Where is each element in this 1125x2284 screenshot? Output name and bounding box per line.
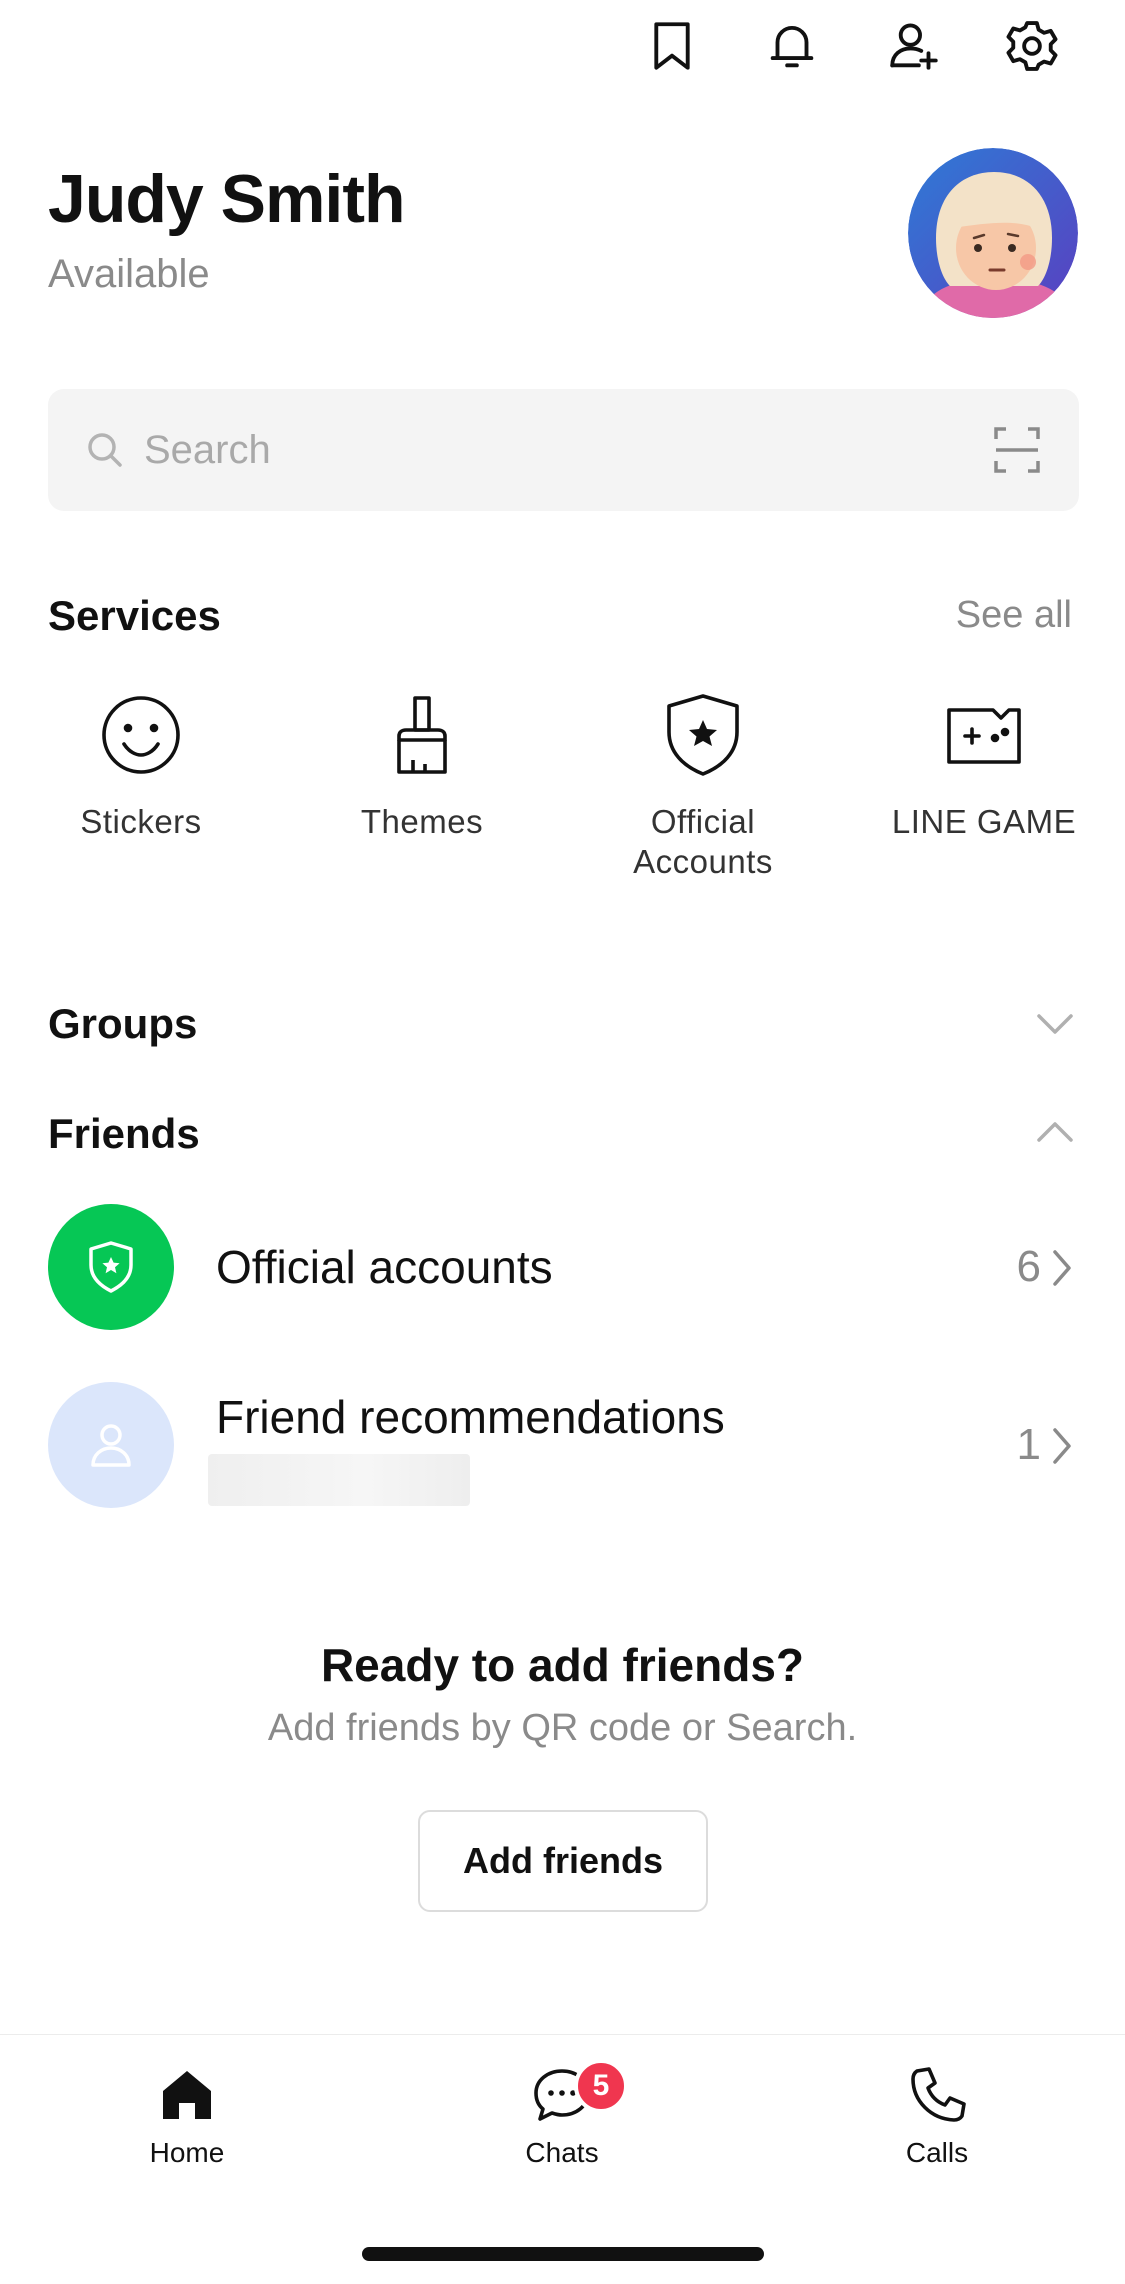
home-indicator	[362, 2247, 764, 2261]
bookmark-icon[interactable]	[640, 14, 704, 78]
profile-status[interactable]: Available	[48, 252, 210, 297]
tab-label: Home	[149, 2137, 225, 2168]
shield-star-icon	[89, 1241, 133, 1293]
qr-scan-icon[interactable]	[992, 425, 1042, 475]
tab-home[interactable]: Home	[87, 2063, 287, 2169]
brush-icon	[397, 696, 447, 774]
profile-name[interactable]: Judy Smith	[48, 160, 405, 238]
friend-row-label: Friend recommendations	[216, 1391, 725, 1443]
gear-icon[interactable]	[1000, 14, 1064, 78]
service-official-accounts[interactable]: Official Accounts	[573, 690, 833, 882]
service-label: Official Accounts	[633, 803, 773, 880]
friend-row-count: 1	[1016, 1420, 1041, 1469]
friend-row-label: Official accounts	[216, 1241, 553, 1293]
add-friend-icon[interactable]	[882, 14, 946, 78]
top-bar	[0, 0, 1125, 100]
shield-star-icon	[667, 694, 739, 776]
service-label: Themes	[360, 803, 484, 840]
phone-icon	[911, 2067, 966, 2122]
search-input[interactable]	[144, 419, 944, 481]
blurred-preview	[208, 1454, 470, 1506]
chevron-right-icon	[1053, 1250, 1071, 1286]
game-icon	[947, 708, 1021, 764]
service-stickers[interactable]: Stickers	[11, 690, 271, 842]
tab-label: Chats	[525, 2137, 599, 2168]
tab-calls[interactable]: Calls	[837, 2063, 1037, 2169]
groups-title[interactable]: Groups	[48, 1000, 197, 1048]
see-all-link[interactable]: See all	[956, 594, 1072, 637]
service-label: LINE GAME	[891, 803, 1077, 840]
service-line-game[interactable]: LINE GAME	[854, 690, 1114, 842]
chevron-down-icon[interactable]	[1033, 1000, 1077, 1044]
friend-recommendations-avatar	[48, 1382, 174, 1508]
add-friends-button[interactable]: Add friends	[418, 1810, 708, 1912]
unread-badge: 5	[574, 2059, 628, 2113]
friend-row-recommendations[interactable]: Friend recommendations 1	[0, 1370, 1125, 1520]
empty-state-subtitle: Add friends by QR code or Search.	[267, 1707, 858, 1749]
official-accounts-avatar	[48, 1204, 174, 1330]
bell-icon[interactable]	[760, 14, 824, 78]
tab-label: Calls	[905, 2137, 969, 2168]
tab-chats[interactable]: 5 Chats	[462, 2059, 662, 2169]
smiley-icon	[102, 696, 180, 774]
service-themes[interactable]: Themes	[292, 690, 552, 842]
friend-row-official-accounts[interactable]: Official accounts 6	[0, 1192, 1125, 1342]
person-icon	[91, 1424, 131, 1467]
friend-row-count: 6	[1016, 1242, 1041, 1291]
chevron-up-icon[interactable]	[1033, 1110, 1077, 1154]
empty-state-title: Ready to add friends?	[320, 1639, 805, 1691]
services-title: Services	[48, 592, 221, 639]
friends-title[interactable]: Friends	[48, 1110, 200, 1158]
search-bar[interactable]	[48, 389, 1079, 511]
home-icon	[163, 2071, 211, 2119]
chevron-right-icon	[1053, 1428, 1071, 1464]
avatar[interactable]	[908, 148, 1078, 318]
service-label: Stickers	[80, 803, 202, 840]
search-icon	[88, 433, 122, 467]
